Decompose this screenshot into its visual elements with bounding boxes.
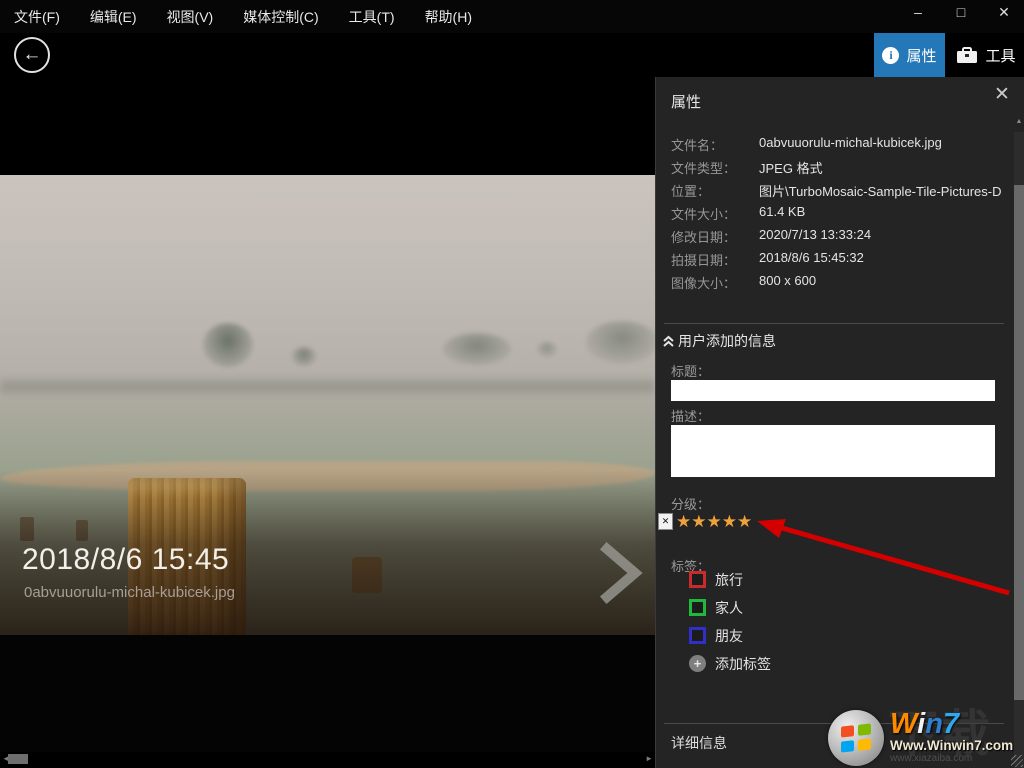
maximize-button[interactable]: □ bbox=[953, 4, 969, 21]
add-tag-label: 添加标签 bbox=[715, 655, 771, 672]
photo-viewer-app: 文件(F) 编辑(E) 视图(V) 媒体控制(C) 工具(T) 帮助(H) – … bbox=[0, 0, 1024, 768]
tab-properties-label: 属性 bbox=[906, 47, 937, 65]
clear-rating-button[interactable]: ✕ bbox=[658, 513, 673, 530]
field-filename: 文件名： 0abvuuorulu-michal-kubicek.jpg bbox=[671, 135, 942, 153]
windows-logo-icon bbox=[828, 710, 884, 766]
tree-silhouette bbox=[586, 321, 655, 363]
panel-close-icon[interactable]: ✕ bbox=[994, 83, 1010, 106]
tree-silhouette bbox=[203, 323, 253, 367]
properties-panel: 属性 ✕ 文件名： 0abvuuorulu-michal-kubicek.jpg … bbox=[655, 77, 1024, 768]
windows-flag bbox=[841, 723, 871, 753]
minimize-button[interactable]: – bbox=[910, 4, 926, 21]
close-button[interactable]: ✕ bbox=[996, 4, 1012, 21]
tree-silhouette bbox=[537, 342, 557, 357]
field-filesize: 文件大小： 61.4 KB bbox=[671, 204, 806, 222]
star-4[interactable]: ★ bbox=[722, 513, 737, 530]
back-arrow-icon: ← bbox=[22, 44, 42, 65]
tag-travel[interactable]: 旅行 bbox=[689, 571, 743, 588]
watermark-text: Win7 Www.Winwin7.com www.xiazaiba.com bbox=[890, 708, 1014, 765]
star-3[interactable]: ★ bbox=[707, 513, 722, 530]
tab-tools-label: 工具 bbox=[985, 47, 1016, 65]
title-input[interactable] bbox=[671, 380, 995, 401]
tag-label: 朋友 bbox=[715, 627, 743, 644]
rating-control: ✕ ★ ★ ★ ★ ★ bbox=[658, 513, 752, 530]
tag-checkbox[interactable] bbox=[689, 571, 706, 588]
scroll-right-icon[interactable]: ► bbox=[645, 754, 653, 763]
menu-tools[interactable]: 工具(T) bbox=[349, 7, 395, 27]
details-section-label[interactable]: 详细信息 bbox=[671, 733, 727, 753]
tab-properties[interactable]: i 属性 bbox=[874, 33, 945, 77]
photo-date-overlay: 2018/8/6 15:45 bbox=[22, 543, 230, 576]
menu-file[interactable]: 文件(F) bbox=[14, 7, 60, 27]
photo-filename-overlay: 0abvuuorulu-michal-kubicek.jpg bbox=[24, 584, 235, 601]
title-label: 标题： bbox=[671, 364, 711, 379]
tag-checkbox[interactable] bbox=[689, 599, 706, 616]
field-modified-date: 修改日期： 2020/7/13 13:33:24 bbox=[671, 227, 872, 245]
menu-help[interactable]: 帮助(H) bbox=[425, 7, 472, 27]
field-image-size: 图像大小： 800 x 600 bbox=[671, 273, 817, 291]
star-5[interactable]: ★ bbox=[737, 513, 752, 530]
tab-tools[interactable]: 工具 bbox=[948, 33, 1024, 77]
tag-label: 旅行 bbox=[715, 571, 743, 588]
menu-edit[interactable]: 编辑(E) bbox=[90, 7, 137, 27]
panel-scrollbar[interactable]: ▲ bbox=[1014, 118, 1024, 768]
tree-silhouette bbox=[292, 347, 316, 366]
plus-icon: + bbox=[689, 655, 706, 672]
toolbox-icon bbox=[957, 47, 978, 63]
panel-scroll-thumb[interactable] bbox=[1014, 185, 1024, 700]
field-location: 位置： 图片\TurboMosaic-Sample-Tile-Pictures-D… bbox=[671, 184, 1001, 199]
photo-canvas[interactable]: 2018/8/6 15:45 0abvuuorulu-michal-kubice… bbox=[0, 175, 655, 635]
tag-checkbox[interactable] bbox=[689, 627, 706, 644]
field-ridge bbox=[0, 380, 655, 393]
filmstrip-scrollbar[interactable]: ◄ ► bbox=[0, 752, 655, 766]
add-tag-button[interactable]: + 添加标签 bbox=[689, 655, 771, 672]
watermark-sub-url: www.xiazaiba.com bbox=[890, 753, 973, 764]
window-controls: – □ ✕ bbox=[910, 4, 1012, 21]
field-filetype: 文件类型： JPEG 格式 bbox=[671, 161, 823, 176]
back-button[interactable]: ← bbox=[14, 37, 50, 73]
star-1[interactable]: ★ bbox=[676, 513, 691, 530]
divider bbox=[664, 323, 1004, 324]
filmstrip bbox=[0, 635, 655, 752]
menu-view[interactable]: 视图(V) bbox=[167, 7, 214, 27]
tag-family[interactable]: 家人 bbox=[689, 599, 743, 616]
rating-label: 分级： bbox=[671, 497, 711, 512]
description-label: 描述： bbox=[671, 409, 711, 424]
watermark-url: Www.Winwin7.com bbox=[890, 738, 1014, 753]
next-image-arrow[interactable] bbox=[597, 541, 645, 605]
watermark: Win7 Www.Winwin7.com www.xiazaiba.com bbox=[828, 710, 1013, 766]
info-icon: i bbox=[882, 46, 900, 64]
panel-title: 属性 bbox=[671, 94, 702, 111]
user-info-section-header[interactable]: 用户添加的信息 bbox=[662, 331, 776, 351]
star-2[interactable]: ★ bbox=[691, 513, 706, 530]
watermark-brand: Win7 bbox=[890, 708, 960, 740]
user-info-section-title: 用户添加的信息 bbox=[678, 333, 776, 349]
field-taken-date: 拍摄日期： 2018/8/6 15:45:32 bbox=[671, 250, 864, 268]
tag-friends[interactable]: 朋友 bbox=[689, 627, 743, 644]
description-textarea[interactable] bbox=[671, 425, 995, 477]
menu-media-control[interactable]: 媒体控制(C) bbox=[243, 7, 318, 27]
collapse-chevrons-icon bbox=[663, 335, 674, 347]
tag-label: 家人 bbox=[715, 599, 743, 616]
menu-bar: 文件(F) 编辑(E) 视图(V) 媒体控制(C) 工具(T) 帮助(H) bbox=[0, 0, 1024, 33]
tree-silhouette bbox=[443, 333, 511, 365]
scroll-up-icon[interactable]: ▲ bbox=[1014, 118, 1024, 125]
filmstrip-scroll-thumb[interactable] bbox=[8, 754, 28, 764]
